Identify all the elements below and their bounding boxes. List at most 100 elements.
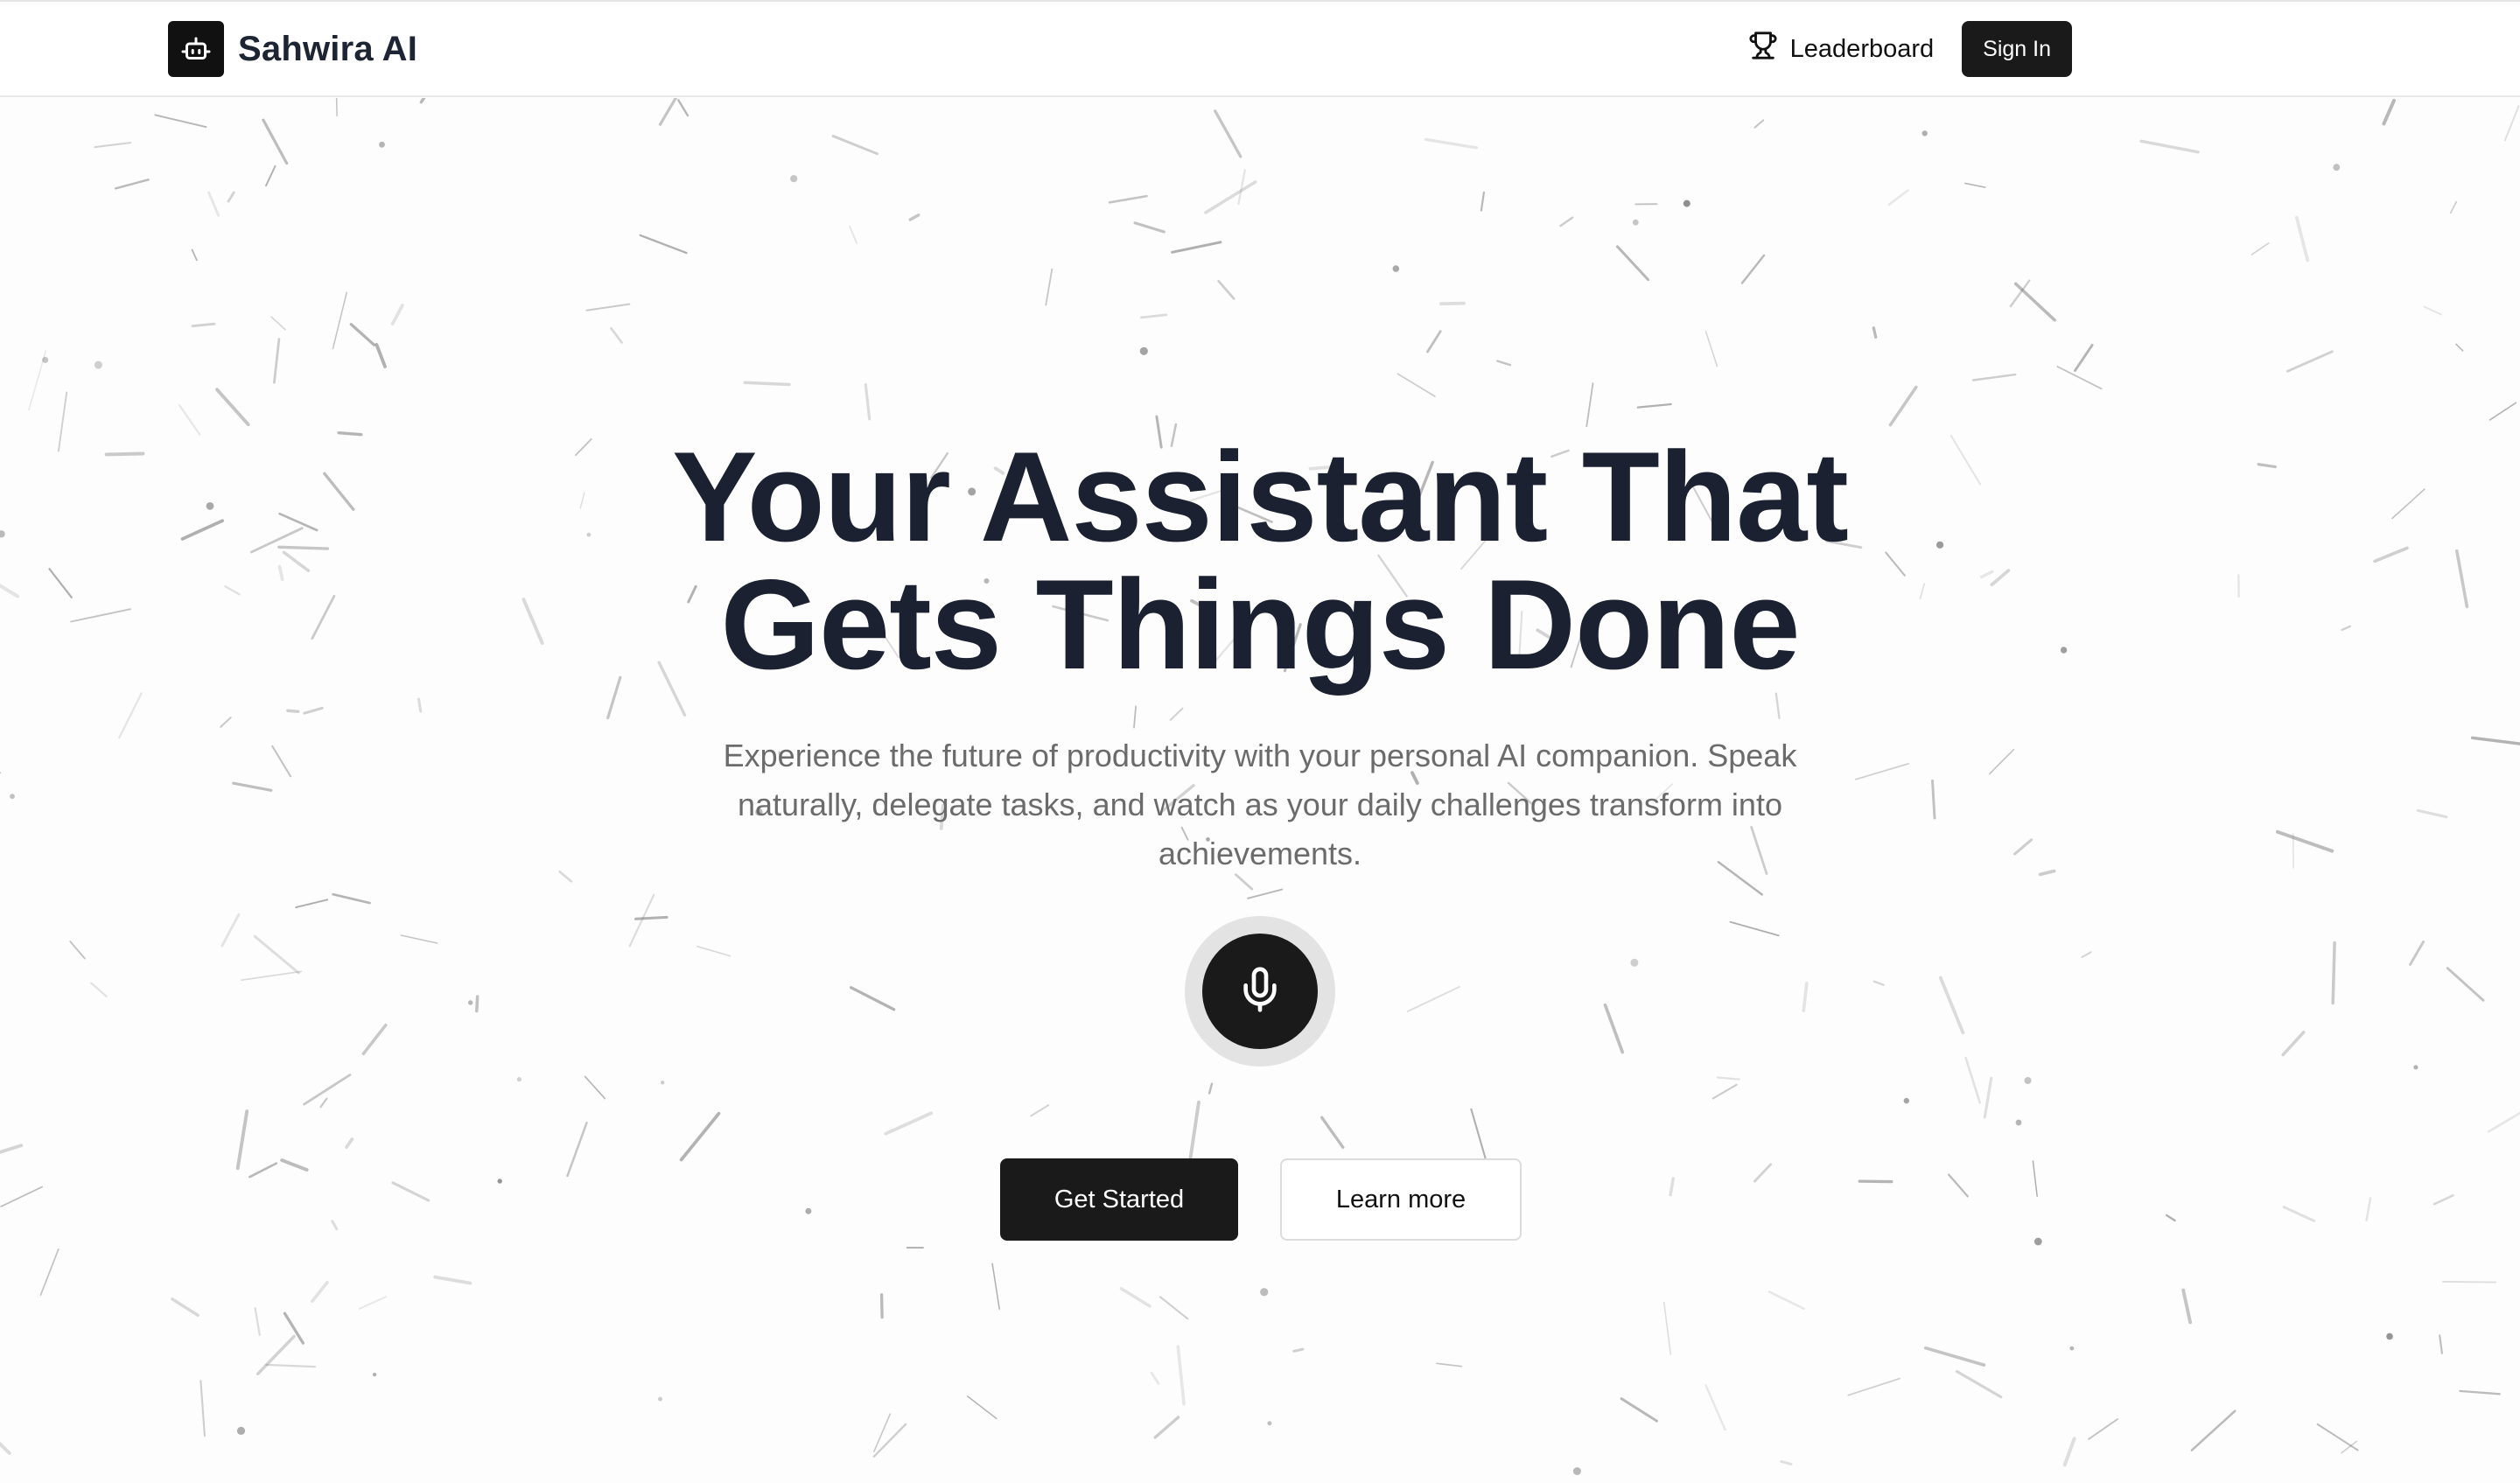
particle-streak bbox=[2439, 1334, 2443, 1354]
particle-dot bbox=[661, 1081, 665, 1085]
particle-streak bbox=[1171, 241, 1222, 254]
particle-streak bbox=[2013, 282, 2056, 322]
particle-streak bbox=[1858, 1179, 1894, 1184]
hero-title-line-1: Your Assistant That bbox=[672, 425, 1849, 568]
particle-streak bbox=[1119, 1287, 1152, 1308]
particle-streak bbox=[0, 1186, 44, 1207]
particle-streak bbox=[2446, 967, 2485, 1002]
particle-dot bbox=[1392, 265, 1400, 272]
particle-streak bbox=[1802, 981, 1809, 1013]
particle-streak bbox=[265, 1363, 317, 1368]
particle-streak bbox=[1237, 169, 1247, 206]
particle-streak bbox=[1030, 1104, 1050, 1117]
particle-streak bbox=[332, 291, 347, 350]
particle-dot bbox=[2015, 1119, 2022, 1126]
particle-dot bbox=[1260, 1288, 1269, 1297]
particle-dot bbox=[1630, 958, 1639, 967]
particle-streak bbox=[220, 913, 241, 948]
particle-dot bbox=[497, 1179, 502, 1184]
particle-streak bbox=[1108, 194, 1148, 204]
robot-icon bbox=[168, 21, 224, 77]
particle-streak bbox=[1847, 1377, 1900, 1396]
brand[interactable]: Sahwira AI bbox=[168, 21, 417, 77]
particle-streak bbox=[1616, 245, 1649, 282]
particle-streak bbox=[864, 383, 872, 421]
particle-dot bbox=[2069, 1346, 2075, 1351]
particle-streak bbox=[0, 1144, 24, 1154]
particle-streak bbox=[254, 1307, 261, 1336]
leaderboard-link[interactable]: Leaderboard bbox=[1748, 31, 1934, 67]
particle-streak bbox=[118, 692, 143, 739]
particle-streak bbox=[345, 1137, 354, 1149]
particle-dot bbox=[1683, 199, 1690, 207]
hero-title-line-2: Gets Things Done bbox=[720, 553, 1800, 696]
particle-streak bbox=[265, 164, 276, 187]
particle-streak bbox=[2165, 1214, 2176, 1222]
particle-streak bbox=[1669, 1177, 1675, 1197]
particle-streak bbox=[94, 142, 132, 149]
particle-streak bbox=[2409, 940, 2426, 966]
particle-streak bbox=[90, 982, 108, 997]
particle-streak bbox=[1187, 1100, 1200, 1165]
voice-input-button[interactable] bbox=[1202, 934, 1318, 1049]
particle-streak bbox=[1988, 748, 2015, 775]
particle-streak bbox=[991, 1263, 1000, 1310]
particle-streak bbox=[1470, 1108, 1488, 1161]
particle-dot bbox=[1139, 346, 1148, 355]
particle-streak bbox=[1176, 1345, 1186, 1406]
particle-streak bbox=[1964, 1056, 1981, 1104]
particle-dot bbox=[236, 1426, 246, 1435]
particle-streak bbox=[1559, 216, 1574, 227]
particle-streak bbox=[1971, 373, 2017, 381]
particle-streak bbox=[262, 118, 289, 165]
particle-streak bbox=[390, 304, 404, 325]
particle-dot bbox=[379, 141, 385, 148]
particle-streak bbox=[2038, 869, 2056, 877]
particle-streak bbox=[1150, 1371, 1160, 1385]
learn-more-button[interactable]: Learn more bbox=[1280, 1158, 1522, 1241]
particle-streak bbox=[1716, 1076, 1740, 1081]
particle-dot bbox=[372, 1372, 377, 1377]
particle-streak bbox=[1406, 985, 1460, 1012]
particle-streak bbox=[2139, 139, 2200, 154]
particle-streak bbox=[270, 316, 286, 331]
particle-streak bbox=[1774, 692, 1781, 719]
particle-streak bbox=[253, 934, 300, 975]
particle-streak bbox=[696, 945, 732, 957]
particle-dot bbox=[2413, 1065, 2418, 1070]
particle-streak bbox=[1740, 254, 1766, 284]
particle-streak bbox=[1983, 1076, 1993, 1119]
particle-streak bbox=[191, 248, 198, 262]
particle-streak bbox=[220, 717, 232, 728]
particle-streak bbox=[1938, 976, 1965, 1035]
mic-ring bbox=[1185, 916, 1335, 1067]
particle-streak bbox=[1139, 313, 1168, 319]
particle-streak bbox=[2281, 1031, 2306, 1057]
particle-streak bbox=[849, 225, 858, 244]
particle-streak bbox=[0, 1441, 11, 1455]
particle-streak bbox=[2470, 736, 2520, 745]
brand-name: Sahwira AI bbox=[238, 29, 418, 68]
top-navbar: Sahwira AI Leaderboard Sign In bbox=[0, 0, 2520, 97]
particle-streak bbox=[2062, 1437, 2076, 1467]
particle-streak bbox=[419, 98, 426, 104]
particle-streak bbox=[1320, 1116, 1345, 1149]
particle-streak bbox=[1872, 326, 1878, 339]
particle-dot bbox=[658, 1396, 662, 1402]
particle-streak bbox=[2316, 1423, 2359, 1452]
particle-streak bbox=[256, 1334, 296, 1375]
particle-streak bbox=[1887, 189, 1909, 206]
sign-in-button[interactable]: Sign In bbox=[1962, 21, 2072, 77]
particle-streak bbox=[303, 706, 324, 715]
landing-page: Sahwira AI Leaderboard Sign In Your Assi… bbox=[0, 0, 2520, 1483]
particle-streak bbox=[1426, 330, 1442, 353]
particle-streak bbox=[39, 1248, 60, 1296]
get-started-button[interactable]: Get Started bbox=[1000, 1158, 1238, 1241]
particle-streak bbox=[272, 338, 281, 384]
particle-streak bbox=[171, 1298, 200, 1318]
particle-streak bbox=[271, 745, 292, 778]
particle-streak bbox=[1948, 1173, 1969, 1198]
particle-streak bbox=[227, 191, 235, 203]
particle-streak bbox=[1480, 191, 1486, 212]
particle-dot bbox=[516, 1077, 522, 1082]
